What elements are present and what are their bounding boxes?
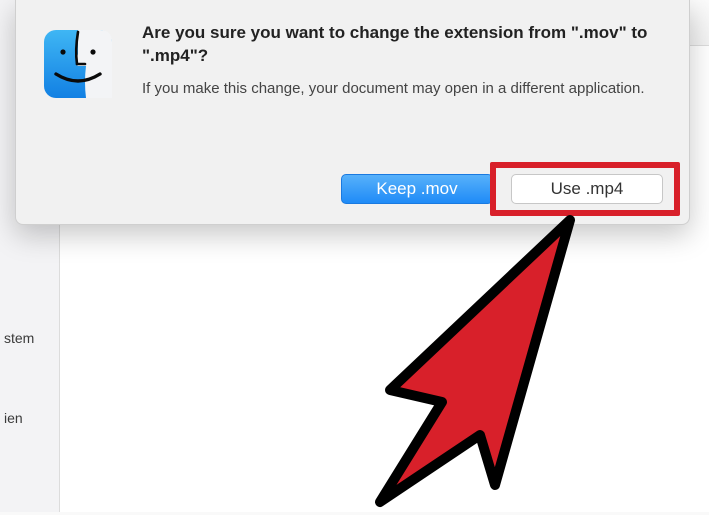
- dialog-buttons: Keep .mov Use .mp4: [142, 174, 663, 204]
- confirm-extension-dialog: Are you sure you want to change the exte…: [15, 0, 690, 225]
- sidebar-item-label: ien: [4, 410, 23, 426]
- dialog-message: If you make this change, your document m…: [142, 78, 663, 99]
- sidebar-item-label: stem: [4, 330, 34, 346]
- sidebar-item[interactable]: ien: [0, 404, 59, 432]
- dialog-title: Are you sure you want to change the exte…: [142, 22, 663, 68]
- use-extension-button[interactable]: Use .mp4: [511, 174, 663, 204]
- dialog-body: Are you sure you want to change the exte…: [142, 22, 663, 204]
- finder-icon: [42, 28, 114, 100]
- sidebar-item[interactable]: [0, 288, 59, 316]
- keep-extension-button[interactable]: Keep .mov: [341, 174, 493, 204]
- sidebar-item[interactable]: [0, 360, 59, 404]
- sidebar-item[interactable]: stem: [0, 316, 59, 360]
- sidebar-item[interactable]: [0, 260, 59, 288]
